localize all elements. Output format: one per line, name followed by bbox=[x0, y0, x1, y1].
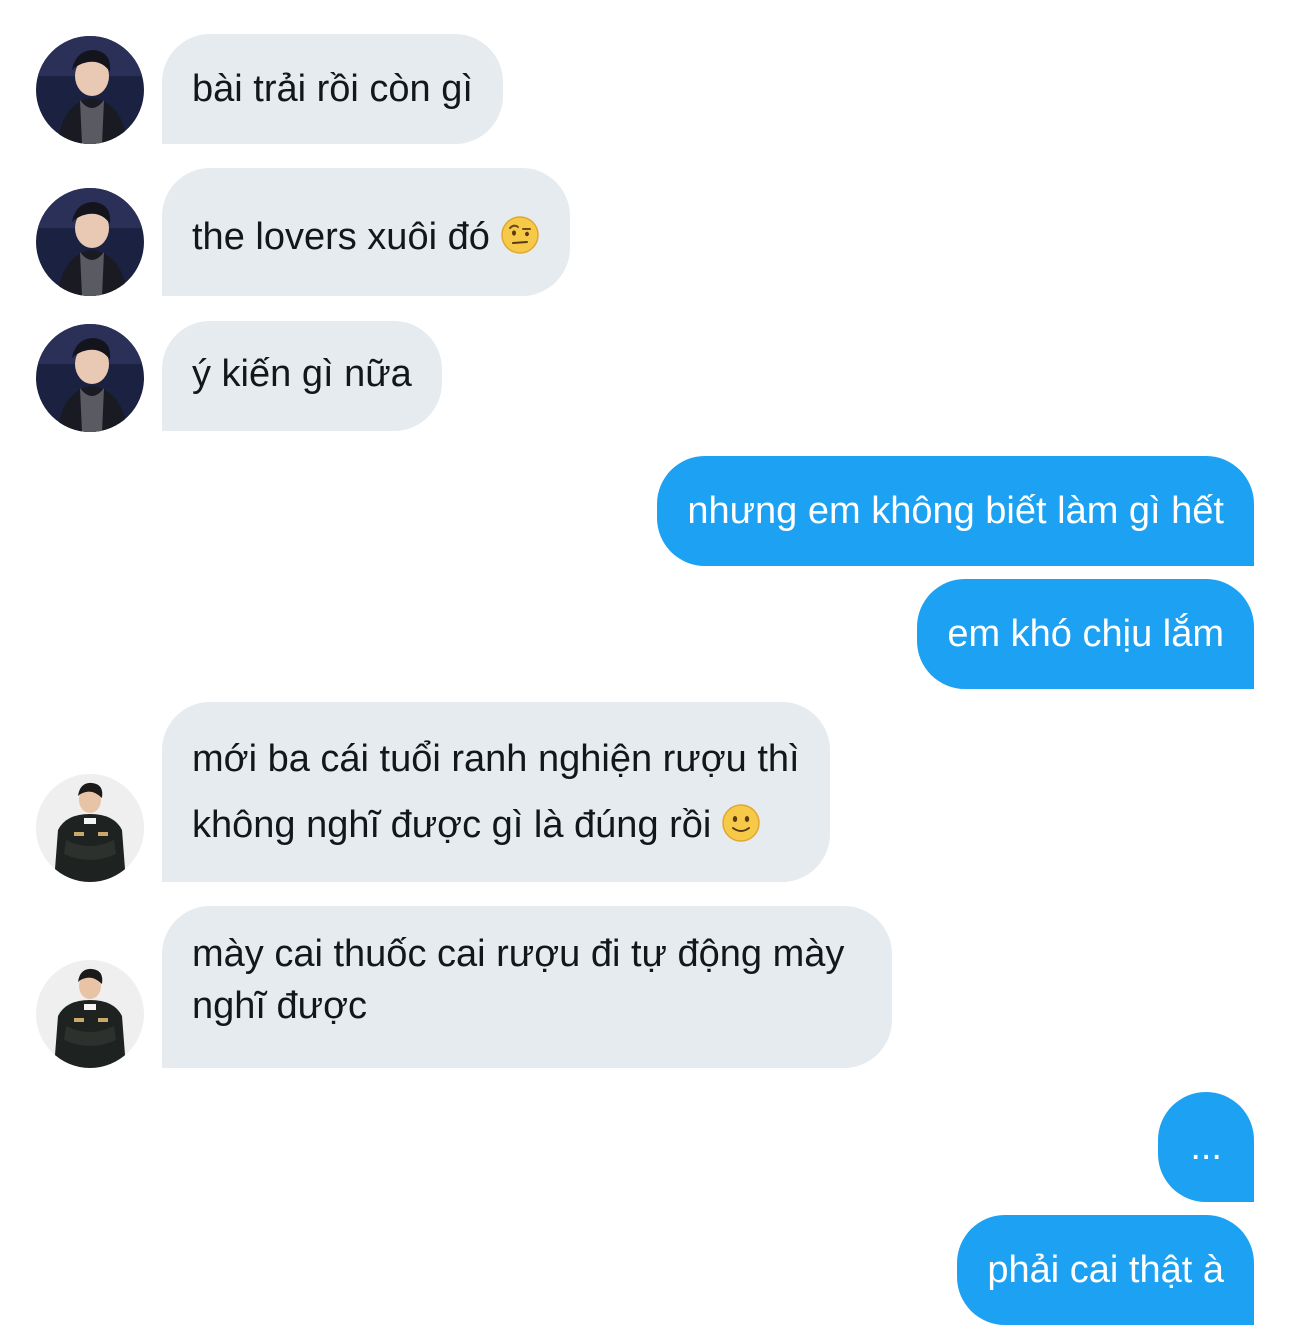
avatar[interactable] bbox=[36, 960, 144, 1068]
message-bubble-2[interactable]: the lovers xuôi đó bbox=[162, 168, 570, 296]
message-text-line: nghĩ được bbox=[192, 985, 368, 1027]
avatar[interactable] bbox=[36, 188, 144, 296]
message-bubble-7[interactable]: mày cai thuốc cai rượu đi tự động mày ng… bbox=[162, 906, 893, 1068]
slightly-smiling-face-icon bbox=[721, 803, 761, 843]
message-text-line: mày cai thuốc cai rượu đi tự động mày bbox=[192, 933, 845, 975]
message-bubble-5[interactable]: em khó chịu lắm bbox=[917, 579, 1254, 689]
avatar-boy-suit-icon bbox=[36, 36, 144, 144]
avatar-boy-suit-icon bbox=[36, 188, 144, 296]
avatar-jacket-guy-icon bbox=[36, 774, 144, 882]
avatar[interactable] bbox=[36, 36, 144, 144]
message-bubble-3[interactable]: ý kiến gì nữa bbox=[162, 321, 442, 431]
avatar-jacket-guy-icon bbox=[36, 960, 144, 1068]
message-bubble-1[interactable]: bài trải rồi còn gì bbox=[162, 34, 503, 144]
message-text: the lovers xuôi đó bbox=[192, 216, 490, 258]
message-text: ... bbox=[1190, 1126, 1222, 1168]
message-bubble-9[interactable]: phải cai thật à bbox=[957, 1215, 1254, 1325]
message-text: phải cai thật à bbox=[987, 1249, 1224, 1291]
avatar[interactable] bbox=[36, 324, 144, 432]
message-text: em khó chịu lắm bbox=[947, 613, 1224, 655]
message-bubble-4[interactable]: nhưng em không biết làm gì hết bbox=[657, 456, 1254, 566]
message-text-line: không nghĩ được gì là đúng rồi bbox=[192, 792, 800, 858]
face-with-raised-eyebrow-icon bbox=[500, 215, 540, 255]
message-bubble-8[interactable]: ... bbox=[1158, 1092, 1254, 1202]
message-bubble-6[interactable]: mới ba cái tuổi ranh nghiện rượu thì khô… bbox=[162, 702, 830, 882]
avatar-boy-suit-icon bbox=[36, 324, 144, 432]
message-text-line: mới ba cái tuổi ranh nghiện rượu thì bbox=[192, 738, 800, 780]
message-text: ý kiến gì nữa bbox=[192, 353, 412, 395]
message-text: bài trải rồi còn gì bbox=[192, 68, 473, 110]
message-text: nhưng em không biết làm gì hết bbox=[687, 490, 1224, 532]
avatar[interactable] bbox=[36, 774, 144, 882]
